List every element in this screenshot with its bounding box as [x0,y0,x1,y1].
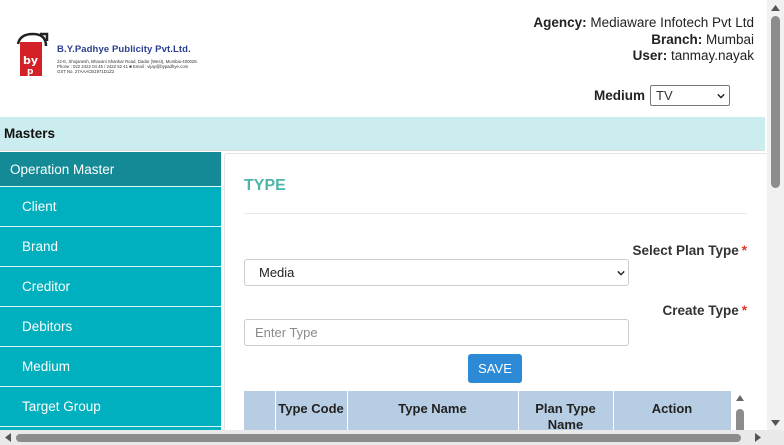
page-title: TYPE [244,177,286,194]
logo-company-name: B.Y.Padhye Publicity Pvt.Ltd. [57,44,191,55]
sidebar-item-creditor[interactable]: Creditor [0,267,221,307]
save-button[interactable]: SAVE [468,354,522,383]
agency-value: Mediaware Infotech Pvt Ltd [590,15,754,30]
page-horizontal-scrollbar[interactable] [0,430,784,445]
sidebar-item-target-group[interactable]: Target Group [0,387,221,427]
masters-label[interactable]: Masters [4,126,55,141]
sidebar-item-client[interactable]: Client [0,187,221,227]
create-type-label: Create Type * [662,303,747,318]
column-header-type-code[interactable]: Type Code [275,391,348,434]
medium-dropdown[interactable]: TV [650,85,730,106]
title-divider [244,213,747,214]
bp-logo-icon: by p [16,32,49,77]
logo-gst: GST No. 27AAACB1971D1Z2 [57,69,115,74]
column-header-type-name[interactable]: Type Name [347,391,519,434]
page-horizontal-scroll-thumb[interactable] [16,434,741,442]
svg-text:p: p [27,67,34,77]
type-table: Type Code Type Name Plan Type Name Actio… [244,391,752,435]
required-marker: * [741,243,747,258]
page-vertical-scroll-thumb[interactable] [771,16,780,188]
table-scrollbar[interactable] [734,391,746,435]
medium-selector: Medium TV [594,85,730,106]
sidebar-item-brand[interactable]: Brand [0,227,221,267]
chevron-down-icon [717,93,725,99]
sidebar-item-debitors[interactable]: Debitors [0,307,221,347]
sidebar: Operation Master Client Brand Creditor D… [0,152,221,430]
required-marker: * [741,303,747,318]
branch-label: Branch: [651,31,703,47]
plan-type-label-text: Select Plan Type [632,243,739,258]
column-header-action[interactable]: Action [613,391,732,434]
column-header-select[interactable] [244,391,276,434]
table-header-row: Type Code Type Name Plan Type Name Actio… [244,391,732,434]
plan-type-selected-value: Media [259,265,295,280]
svg-text:by: by [23,54,38,67]
sidebar-item-medium[interactable]: Medium [0,347,221,387]
page-vertical-scrollbar[interactable] [767,0,784,430]
medium-label: Medium [593,88,645,103]
type-panel: TYPE Select Plan Type * Media Create Type… [224,153,768,435]
column-header-plan-type-name[interactable]: Plan Type Name [518,391,614,434]
account-info: Agency: Mediaware Infotech Pvt Ltd Branc… [533,15,754,65]
agency-label: Agency: [533,15,587,30]
scroll-right-arrow-icon[interactable] [754,433,762,442]
plan-type-label: Select Plan Type * [632,243,747,258]
type-name-input[interactable] [244,319,629,346]
masters-bar: Masters [0,117,765,151]
plan-type-select[interactable]: Media [244,259,629,286]
create-type-label-text: Create Type [662,303,739,318]
agency-row: Agency: Mediaware Infotech Pvt Ltd [533,15,754,32]
branch-value: Mumbai [705,31,754,47]
scroll-left-arrow-icon[interactable] [4,433,12,442]
scroll-down-arrow-icon[interactable] [771,419,780,427]
chevron-down-icon [617,270,625,276]
company-logo: by p B.Y.Padhye Publicity Pvt.Ltd. 22-E,… [16,30,216,80]
medium-selected-value: TV [656,88,673,103]
branch-row: Branch: Mumbai [533,32,754,49]
user-label: User: [632,48,668,63]
scroll-up-arrow-icon[interactable] [771,4,780,12]
user-value: tanmay.nayak [670,48,754,63]
user-row: User: tanmay.nayak [533,48,754,65]
sidebar-heading-operation-master[interactable]: Operation Master [0,152,221,187]
page-header: by p B.Y.Padhye Publicity Pvt.Ltd. 22-E,… [0,0,768,117]
type-table-grid: Type Code Type Name Plan Type Name Actio… [244,391,732,434]
